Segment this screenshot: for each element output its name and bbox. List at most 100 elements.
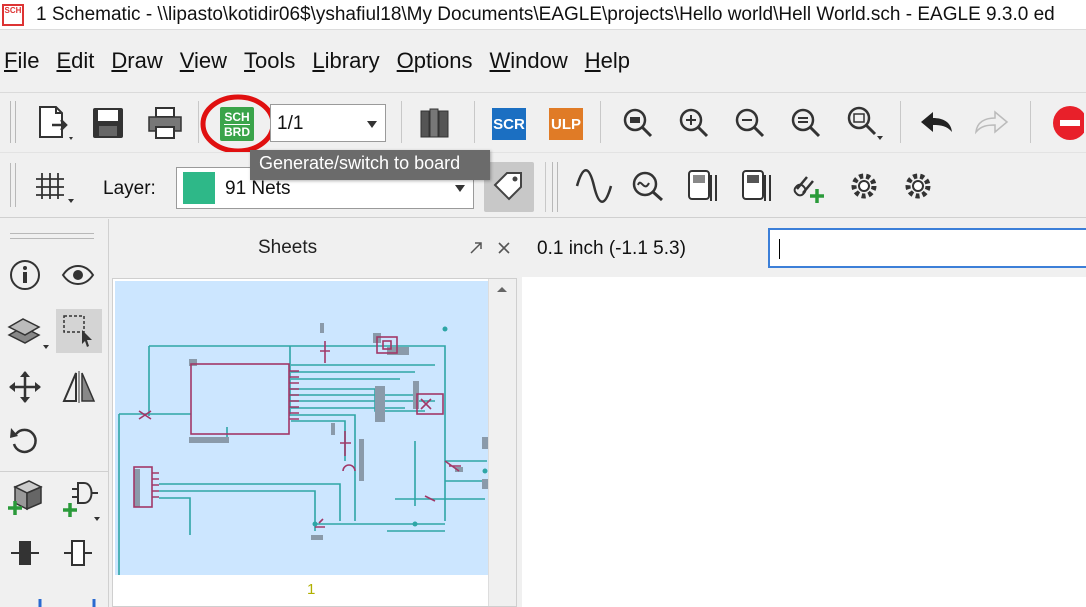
stop-icon (1053, 106, 1084, 140)
save-icon (93, 108, 123, 138)
mirror-icon (62, 371, 96, 403)
rotate-button[interactable] (5, 421, 45, 461)
coordinates-display: 0.1 inch (-1.1 5.3) (537, 238, 686, 259)
layers-button[interactable] (3, 307, 51, 353)
sheets-panel: Sheets 1 (110, 219, 520, 607)
text-caret (779, 239, 780, 259)
mirror-button[interactable] (58, 367, 100, 407)
highlight-circle (200, 94, 276, 154)
show-button[interactable] (58, 255, 98, 295)
sheet-thumbnail[interactable] (115, 281, 489, 577)
eye-icon (61, 265, 95, 285)
open-file-icon (39, 106, 73, 140)
zoom-out-icon (735, 108, 765, 138)
zoom-select-button[interactable] (840, 101, 890, 145)
command-bar: 0.1 inch (-1.1 5.3) (522, 219, 1086, 277)
component-icon (64, 540, 92, 566)
chevron-down-icon (367, 121, 377, 128)
print-button[interactable] (142, 101, 188, 145)
chevron-down-icon (455, 185, 465, 192)
probe-button[interactable] (626, 164, 670, 208)
eagle-app-icon: SCH (2, 3, 24, 26)
zoom-fit-icon (623, 108, 653, 138)
resistor-icon (11, 541, 39, 565)
menu-help[interactable]: Help (585, 48, 630, 74)
gear-icon (905, 173, 931, 199)
left-tool-palette (0, 219, 109, 607)
add-part-button[interactable] (5, 477, 47, 519)
move-button[interactable] (5, 367, 45, 407)
voltage-probe-button[interactable] (680, 164, 724, 208)
books-icon (420, 108, 449, 138)
command-line-input[interactable] (768, 228, 1086, 268)
layer-color-swatch (183, 172, 215, 204)
zoom-out-button[interactable] (728, 101, 772, 145)
scr-icon: SCR (492, 108, 526, 140)
grid-icon (36, 173, 74, 203)
window-title: 1 Schematic - \\lipasto\kotidir06$\yshaf… (36, 3, 1055, 25)
close-panel-button[interactable] (494, 237, 514, 259)
zoom-in-button[interactable] (672, 101, 716, 145)
main-toolbar: SCH BRD 1/1 SCR ULP (0, 92, 1086, 154)
simulation-button[interactable] (572, 164, 616, 208)
select-icon (63, 315, 92, 347)
layer-properties-button[interactable] (484, 162, 534, 212)
select-button[interactable] (56, 309, 102, 353)
scroll-up-arrow-icon[interactable] (489, 279, 515, 299)
change-button[interactable] (58, 533, 98, 573)
simulation-settings-button[interactable] (842, 164, 886, 208)
toolbar-grip[interactable] (10, 163, 16, 207)
rotate-icon (10, 428, 37, 454)
sine-wave-icon (575, 169, 613, 203)
info-button[interactable] (5, 255, 45, 295)
redo-icon (975, 110, 1009, 135)
replace-button[interactable] (5, 533, 45, 573)
save-button[interactable] (86, 101, 130, 145)
menu-draw[interactable]: Draw (111, 48, 162, 74)
menu-tools[interactable]: Tools (244, 48, 295, 74)
zoom-fit-button[interactable] (616, 101, 660, 145)
stop-button[interactable] (1042, 101, 1086, 145)
ulp-icon: ULP (549, 108, 583, 140)
run-script-button[interactable]: SCR (487, 103, 531, 145)
toolbar-grip[interactable] (10, 101, 16, 143)
schematic-editor[interactable]: 0.1 inch (-1.1 5.3) (522, 219, 1086, 607)
layer-label: Layer: (103, 178, 156, 199)
add-link-button[interactable] (788, 164, 832, 208)
arrow-expand-icon (470, 242, 482, 254)
sheet-select-value: 1/1 (277, 113, 304, 134)
grid-button[interactable] (28, 163, 80, 209)
gear-icon (851, 173, 877, 199)
ammeter-icon (742, 170, 771, 201)
menu-window[interactable]: Window (490, 48, 568, 74)
add-gate-button[interactable] (56, 477, 104, 525)
current-probe-button[interactable] (734, 164, 778, 208)
sheet-select[interactable]: 1/1 (270, 104, 386, 142)
close-icon (498, 242, 510, 254)
menu-bar: File Edit Draw View Tools Library Options Windo… (0, 30, 1086, 92)
redo-button[interactable] (968, 101, 1016, 145)
library-button[interactable] (412, 101, 458, 145)
tooltip: Generate/switch to board (250, 150, 490, 180)
zoom-select-icon (847, 106, 883, 140)
menu-edit[interactable]: Edit (56, 48, 94, 74)
more-tools-indicator (38, 599, 96, 607)
gate-add-icon (63, 482, 100, 521)
schematic-preview (118, 323, 488, 577)
palette-grip[interactable] (10, 233, 94, 239)
sheet-list: 1 (112, 278, 517, 607)
printer-icon (148, 107, 182, 139)
open-file-button[interactable] (30, 101, 78, 145)
add-part-icon (8, 480, 43, 515)
menu-view[interactable]: View (180, 48, 227, 74)
undock-button[interactable] (466, 237, 486, 259)
run-simulation-button[interactable] (896, 164, 940, 208)
undo-button[interactable] (912, 101, 960, 145)
tag-icon (493, 172, 522, 201)
menu-options[interactable]: Options (397, 48, 473, 74)
menu-library[interactable]: Library (312, 48, 379, 74)
menu-file[interactable]: File (4, 48, 39, 74)
zoom-redraw-button[interactable] (784, 101, 828, 145)
run-ulp-button[interactable]: ULP (543, 103, 589, 145)
sheet-list-scrollbar[interactable] (488, 279, 516, 606)
